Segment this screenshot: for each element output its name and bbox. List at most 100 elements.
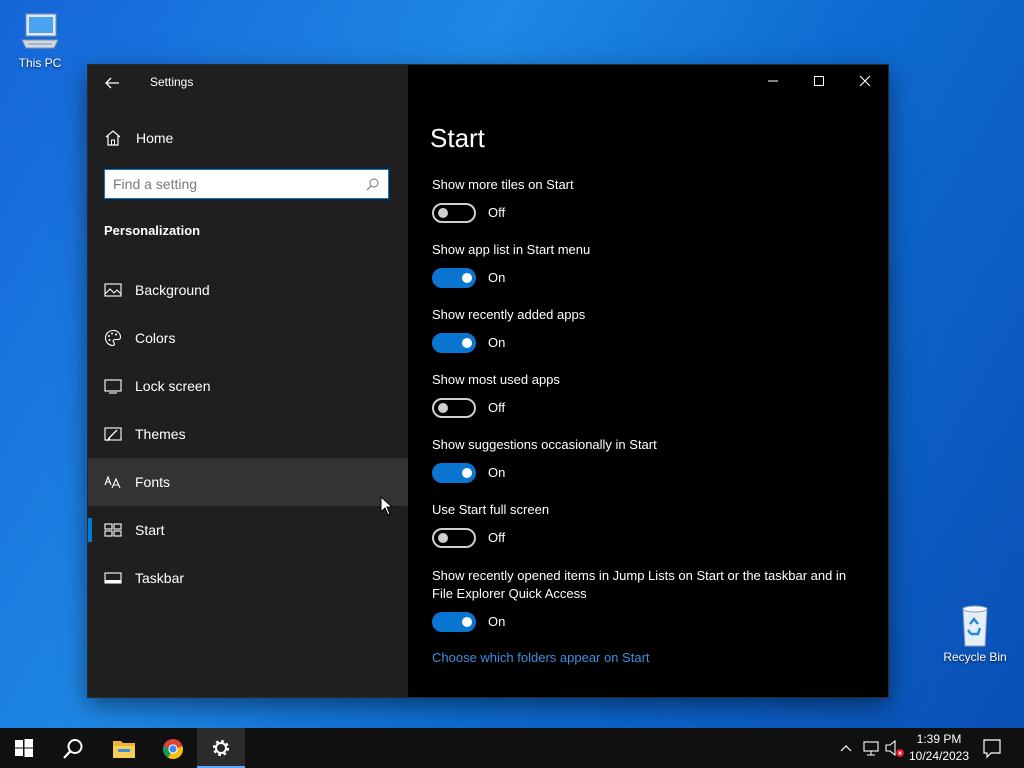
chevron-up-icon[interactable] bbox=[838, 728, 854, 768]
toggle-state: On bbox=[488, 465, 506, 480]
app-title: Settings bbox=[150, 75, 194, 89]
setting-jump-lists: Show recently opened items in Jump Lists… bbox=[432, 567, 852, 634]
sidebar-item-themes[interactable]: Themes bbox=[88, 410, 408, 458]
computer-icon bbox=[21, 13, 59, 49]
toggle-state: Off bbox=[488, 530, 506, 545]
search-button[interactable] bbox=[48, 728, 96, 768]
settings-button[interactable] bbox=[197, 728, 245, 768]
maximize-button[interactable] bbox=[796, 65, 842, 97]
toggle-switch[interactable] bbox=[432, 268, 476, 288]
selected-indicator bbox=[88, 518, 92, 542]
toggle-switch[interactable] bbox=[432, 612, 476, 632]
minimize-button[interactable] bbox=[750, 65, 796, 97]
setting-label: Show recently added apps bbox=[432, 307, 586, 322]
lock-screen-icon bbox=[104, 379, 122, 394]
setting-show-recently-added: Show recently added apps On bbox=[432, 306, 872, 355]
toggle-switch[interactable] bbox=[432, 398, 476, 418]
nav-home[interactable]: Home bbox=[88, 125, 408, 153]
search-icon bbox=[63, 739, 83, 759]
back-arrow-icon bbox=[105, 77, 119, 89]
choose-folders-link[interactable]: Choose which folders appear on Start bbox=[432, 650, 650, 665]
desktop-icon-recycle-bin[interactable]: Recycle Bin bbox=[935, 604, 1015, 664]
toggle-knob bbox=[462, 468, 472, 478]
settings-window: Settings Home Personalization Background bbox=[88, 65, 888, 697]
taskbar-icon bbox=[104, 572, 122, 584]
sidebar-item-label: Background bbox=[135, 282, 210, 298]
brush-icon bbox=[104, 427, 122, 442]
palette-icon bbox=[105, 329, 122, 347]
toggle-knob bbox=[438, 403, 448, 413]
start-button[interactable] bbox=[0, 728, 48, 768]
toggle-state: On bbox=[488, 614, 506, 629]
file-explorer-button[interactable] bbox=[98, 728, 146, 768]
toggle-switch[interactable] bbox=[432, 463, 476, 483]
search-box[interactable] bbox=[104, 169, 389, 199]
setting-show-app-list: Show app list in Start menu On bbox=[432, 241, 872, 290]
desktop-icon-label: This PC bbox=[18, 56, 62, 70]
clock-time: 1:39 PM bbox=[916, 732, 962, 746]
setting-show-most-used: Show most used apps Off bbox=[432, 371, 872, 420]
toggle-knob bbox=[438, 533, 448, 543]
toggle-switch[interactable] bbox=[432, 528, 476, 548]
toggle-knob bbox=[462, 273, 472, 283]
mouse-cursor bbox=[380, 496, 394, 516]
setting-label: Show app list in Start menu bbox=[432, 242, 591, 257]
sidebar-item-label: Fonts bbox=[135, 474, 171, 490]
sidebar-item-fonts[interactable]: Fonts bbox=[88, 458, 408, 506]
volume-muted-icon[interactable] bbox=[884, 728, 906, 768]
folder-icon bbox=[113, 741, 135, 758]
toggle-knob bbox=[438, 208, 448, 218]
setting-show-more-tiles: Show more tiles on Start Off bbox=[432, 176, 872, 225]
maximize-icon bbox=[814, 76, 824, 86]
fonts-icon bbox=[104, 475, 121, 489]
close-button[interactable] bbox=[842, 65, 888, 97]
toggle-state: On bbox=[488, 270, 506, 285]
toggle-state: On bbox=[488, 335, 506, 350]
sidebar-item-label: Taskbar bbox=[135, 570, 185, 586]
clock-date: 10/24/2023 bbox=[908, 749, 970, 763]
taskbar: 1:39 PM 10/24/2023 bbox=[0, 728, 1024, 768]
sidebar-item-taskbar[interactable]: Taskbar bbox=[88, 554, 408, 602]
sidebar-item-label: Lock screen bbox=[135, 378, 211, 394]
chrome-button[interactable] bbox=[148, 728, 196, 768]
gear-icon bbox=[212, 739, 230, 757]
toggle-switch[interactable] bbox=[432, 203, 476, 223]
sidebar-item-lock-screen[interactable]: Lock screen bbox=[88, 362, 408, 410]
toggle-state: Off bbox=[488, 400, 506, 415]
setting-label: Show more tiles on Start bbox=[432, 177, 574, 192]
home-label: Home bbox=[136, 130, 174, 146]
start-icon bbox=[104, 523, 122, 537]
setting-show-suggestions: Show suggestions occasionally in Start O… bbox=[432, 436, 872, 485]
windows-logo-icon bbox=[15, 739, 33, 757]
sidebar-item-label: Start bbox=[135, 522, 165, 538]
clock[interactable]: 1:39 PM 10/24/2023 bbox=[904, 731, 974, 765]
setting-label: Show recently opened items in Jump Lists… bbox=[432, 568, 847, 601]
toggle-knob bbox=[462, 338, 472, 348]
desktop-icon-this-pc[interactable]: This PC bbox=[0, 10, 80, 70]
sidebar-item-label: Themes bbox=[135, 426, 186, 442]
setting-full-screen: Use Start full screen Off bbox=[432, 501, 872, 550]
back-button[interactable] bbox=[100, 73, 122, 93]
sidebar-item-start[interactable]: Start bbox=[88, 506, 408, 554]
toggle-state: Off bbox=[488, 205, 506, 220]
network-icon[interactable] bbox=[862, 728, 880, 768]
sidebar-item-label: Colors bbox=[135, 330, 176, 346]
minimize-icon bbox=[768, 80, 778, 82]
toggle-switch[interactable] bbox=[432, 333, 476, 353]
toggle-knob bbox=[462, 617, 472, 627]
sidebar-item-colors[interactable]: Colors bbox=[88, 314, 408, 362]
page-title: Start bbox=[430, 123, 485, 153]
close-icon bbox=[859, 75, 871, 87]
chrome-icon bbox=[162, 739, 184, 760]
home-icon bbox=[105, 130, 121, 146]
notification-icon[interactable] bbox=[982, 728, 1002, 768]
recycle-bin-icon bbox=[962, 605, 988, 647]
section-title: Personalization bbox=[104, 223, 201, 238]
main-panel: Start Show more tiles on Start Off Show … bbox=[408, 65, 888, 697]
setting-label: Use Start full screen bbox=[432, 502, 550, 517]
picture-icon bbox=[104, 283, 122, 297]
setting-label: Show suggestions occasionally in Start bbox=[432, 437, 657, 452]
sidebar-item-background[interactable]: Background bbox=[88, 266, 408, 314]
setting-label: Show most used apps bbox=[432, 372, 560, 387]
search-input[interactable] bbox=[113, 175, 353, 193]
